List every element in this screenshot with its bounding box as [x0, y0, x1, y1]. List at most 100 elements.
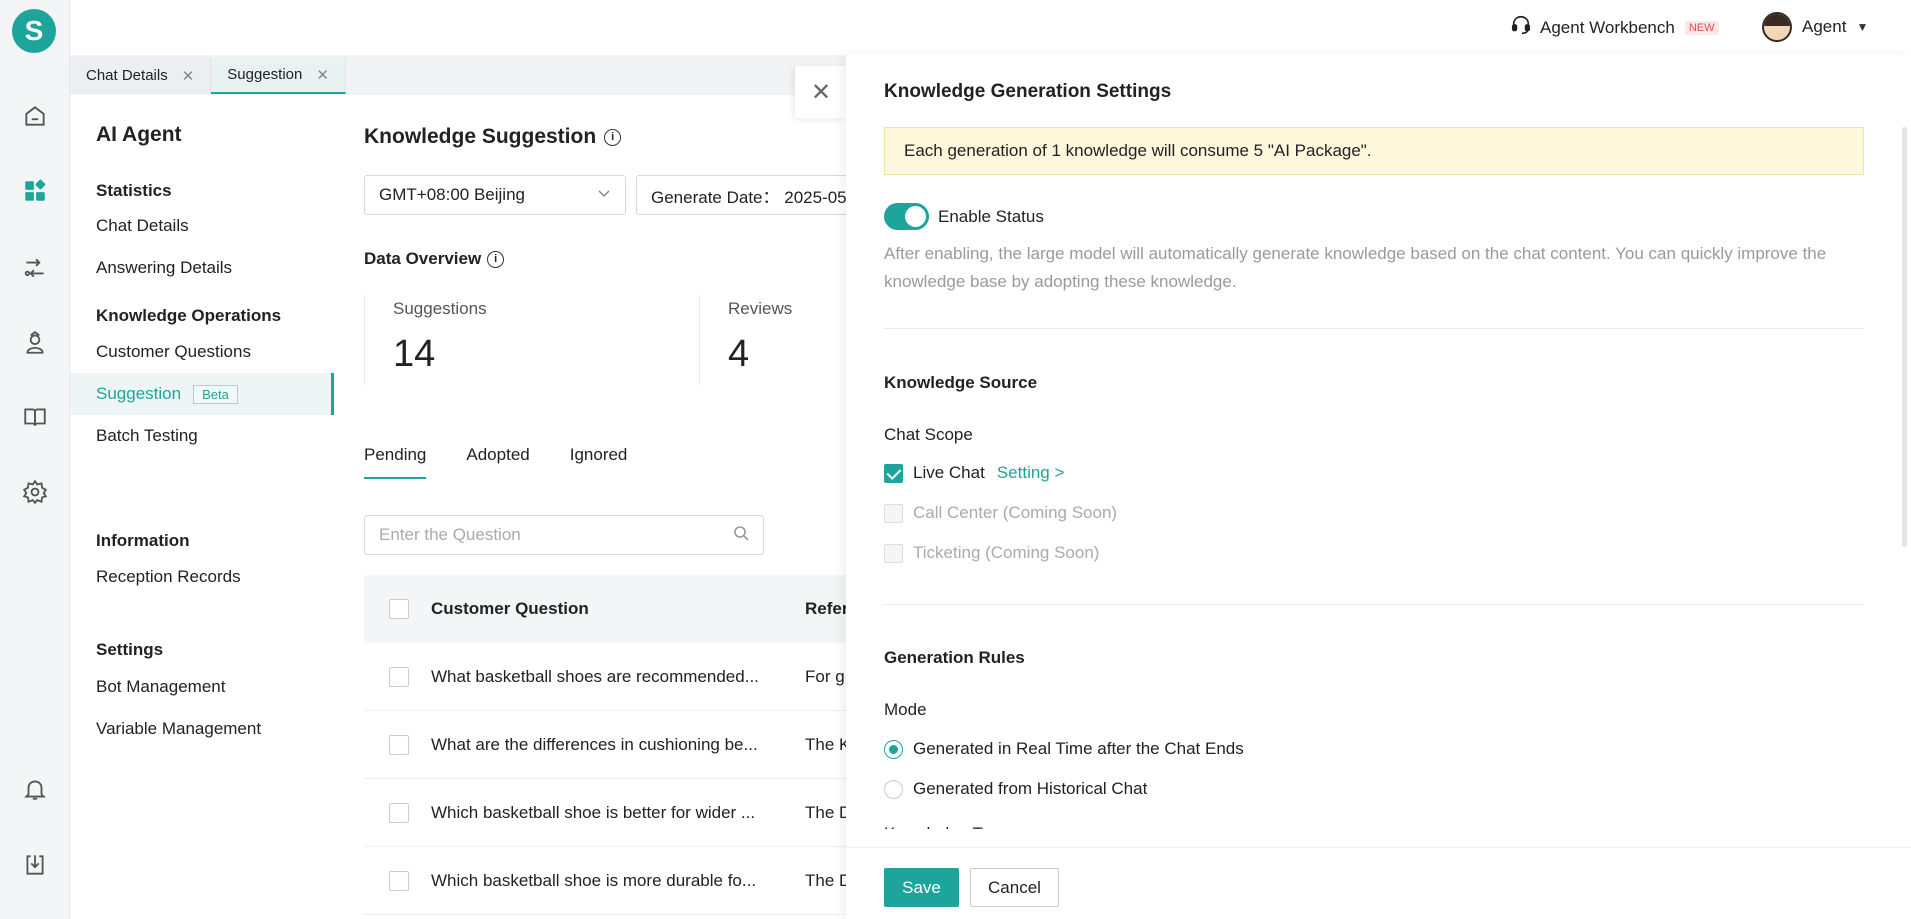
- stat-value: 4: [728, 333, 750, 375]
- column-header-question: Customer Question: [431, 599, 589, 618]
- ticketing-checkbox[interactable]: [884, 543, 903, 563]
- table-row[interactable]: What basketball shoes are recommended...…: [364, 643, 884, 711]
- nav-heading-settings: Settings: [96, 640, 164, 659]
- agent-workbench-link[interactable]: Agent Workbench NEW: [1510, 14, 1719, 41]
- row-checkbox[interactable]: [389, 802, 409, 823]
- new-badge: NEW: [1684, 20, 1719, 35]
- row-checkbox[interactable]: [389, 734, 409, 755]
- row-checkbox[interactable]: [389, 666, 409, 687]
- table-header: Customer Question Refer: [364, 575, 884, 643]
- tab-suggestion[interactable]: Suggestion ✕: [211, 57, 346, 94]
- dashboard-icon[interactable]: [20, 176, 50, 206]
- live-chat-checkbox[interactable]: [884, 463, 903, 483]
- close-icon[interactable]: ✕: [182, 67, 195, 85]
- row-checkbox[interactable]: [389, 870, 409, 891]
- sidebar-item-label: Variable Management: [96, 719, 262, 738]
- setting-link[interactable]: Setting >: [997, 463, 1065, 483]
- chat-scope-label: Chat Scope: [884, 425, 973, 444]
- tab-ignored[interactable]: Ignored: [570, 445, 628, 479]
- divider: [884, 604, 1864, 605]
- search-icon[interactable]: [733, 525, 749, 546]
- sidebar-item-chat-details[interactable]: Chat Details: [70, 205, 334, 247]
- enable-description: After enabling, the large model will aut…: [884, 244, 1827, 291]
- reference-cell: The K: [805, 734, 851, 754]
- app-logo[interactable]: S: [12, 9, 56, 53]
- table-row[interactable]: Which basketball shoe is more durable fo…: [364, 847, 884, 915]
- stat-label: Reviews: [728, 299, 793, 318]
- cancel-button[interactable]: Cancel: [970, 868, 1059, 907]
- data-overview-text: Data Overview: [364, 249, 482, 268]
- sidebar-item-label: Customer Questions: [96, 342, 251, 361]
- routing-icon[interactable]: [20, 253, 50, 283]
- realtime-radio[interactable]: [884, 739, 903, 759]
- mode-option-realtime[interactable]: Generated in Real Time after the Chat En…: [884, 739, 1244, 759]
- stat-suggestions: Suggestions 14: [364, 295, 487, 385]
- reference-cell: The D: [805, 870, 852, 890]
- mode-label: Mode: [884, 700, 927, 719]
- sidebar-title: AI Agent: [96, 123, 182, 146]
- table-row[interactable]: What are the differences in cushioning b…: [364, 711, 884, 779]
- question-cell: Which basketball shoe is more durable fo…: [431, 870, 757, 890]
- scope-label: Ticketing (Coming Soon): [913, 543, 1100, 562]
- nav-heading-knowledge-operations: Knowledge Operations: [96, 306, 282, 325]
- beta-badge: Beta: [193, 384, 238, 404]
- book-icon[interactable]: [20, 402, 50, 432]
- info-icon[interactable]: i: [487, 250, 505, 268]
- top-header: Agent Workbench NEW Agent ▼: [70, 0, 1911, 55]
- agent-workbench-label: Agent Workbench: [1540, 17, 1675, 37]
- drawer-scrollbar[interactable]: [1902, 127, 1907, 547]
- sidebar-item-label: Chat Details: [96, 216, 189, 235]
- close-icon[interactable]: ✕: [316, 66, 329, 84]
- mode-option-label: Generated from Historical Chat: [913, 779, 1148, 798]
- select-all-checkbox[interactable]: [389, 599, 409, 619]
- sidebar-item-customer-questions[interactable]: Customer Questions: [70, 331, 334, 373]
- tab-label: Chat Details: [86, 67, 168, 84]
- tab-adopted[interactable]: Adopted: [466, 445, 529, 479]
- gear-icon[interactable]: [20, 477, 50, 507]
- timezone-value: GMT+08:00 Beijing: [379, 185, 525, 204]
- download-icon[interactable]: [20, 850, 50, 880]
- scope-ticketing: Ticketing (Coming Soon): [884, 543, 1099, 563]
- timezone-select[interactable]: GMT+08:00 Beijing: [364, 175, 626, 215]
- call-center-checkbox[interactable]: [884, 503, 903, 523]
- divider: [884, 328, 1864, 329]
- scope-label: Call Center (Coming Soon): [913, 503, 1118, 522]
- sidebar-item-bot-management[interactable]: Bot Management: [70, 666, 334, 708]
- caret-down-icon: ▼: [1856, 20, 1869, 34]
- drawer-title: Knowledge Generation Settings: [884, 81, 1172, 102]
- nav-heading-information: Information: [96, 531, 190, 550]
- mode-option-historical[interactable]: Generated from Historical Chat: [884, 779, 1147, 799]
- sidebar-item-answering-details[interactable]: Answering Details: [70, 247, 334, 289]
- tab-pending[interactable]: Pending: [364, 445, 427, 479]
- scope-live-chat: Live Chat Setting >: [884, 463, 1064, 483]
- sidebar-item-reception-records[interactable]: Reception Records: [70, 556, 334, 598]
- search-input[interactable]: [379, 525, 699, 545]
- sidebar-item-batch-testing[interactable]: Batch Testing: [70, 415, 334, 457]
- page-title: Knowledge Suggestion i: [364, 125, 622, 149]
- sidebar: AI Agent Statistics Chat Details Answeri…: [70, 95, 334, 919]
- info-icon[interactable]: i: [604, 128, 622, 146]
- question-cell: What basketball shoes are recommended...: [431, 666, 759, 686]
- stat-reviews: Reviews 4: [699, 295, 792, 385]
- knowledge-source-title: Knowledge Source: [884, 373, 1038, 392]
- generate-date-value: Generate Date： 2025-05: [651, 187, 847, 207]
- agent-icon[interactable]: [20, 328, 50, 358]
- bell-icon[interactable]: [20, 774, 50, 804]
- save-button[interactable]: Save: [884, 868, 959, 907]
- sidebar-item-variable-management[interactable]: Variable Management: [70, 708, 334, 750]
- historical-radio[interactable]: [884, 779, 903, 799]
- user-menu[interactable]: Agent ▼: [1762, 12, 1868, 42]
- scope-call-center: Call Center (Coming Soon): [884, 503, 1117, 523]
- home-icon[interactable]: [20, 101, 50, 131]
- enable-status-toggle[interactable]: [884, 203, 929, 230]
- icon-rail: S: [0, 0, 70, 919]
- question-cell: What are the differences in cushioning b…: [431, 734, 758, 754]
- stat-label: Suggestions: [393, 299, 487, 318]
- table-row[interactable]: Which basketball shoe is better for wide…: [364, 779, 884, 847]
- tab-chat-details[interactable]: Chat Details ✕: [70, 57, 212, 94]
- sidebar-item-label: Suggestion: [96, 384, 182, 403]
- reference-cell: The D: [805, 802, 852, 822]
- column-header-reference: Refer: [805, 599, 849, 618]
- drawer-close-button[interactable]: ✕: [795, 66, 847, 118]
- sidebar-item-suggestion[interactable]: Suggestion Beta: [70, 373, 334, 415]
